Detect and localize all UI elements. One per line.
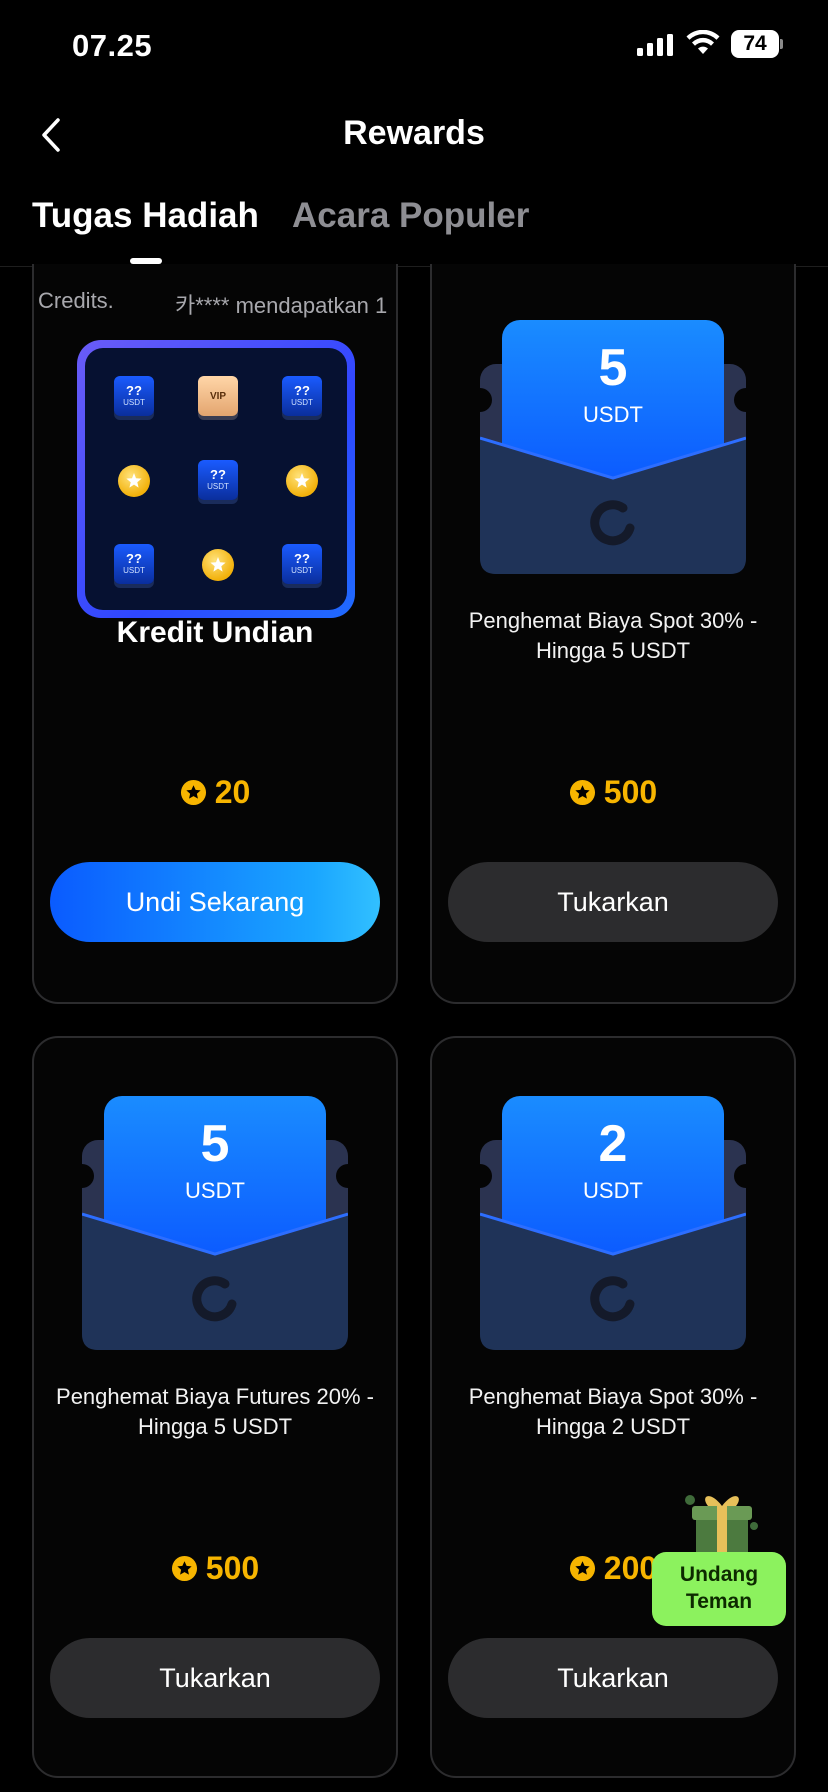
card-title: Kredit Undian [116, 616, 314, 649]
reward-card-coupon: 2 USDT Penghemat Biaya Spot 30% - Hingga… [430, 1036, 796, 1778]
card-description: Penghemat Biaya Spot 30% - Hingga 5 USDT [468, 608, 758, 663]
gift-box-icon [685, 1495, 758, 1558]
points-price: 500 [432, 772, 794, 812]
coupon-amount: 5 [598, 339, 628, 397]
ticker-item: 카**** mendapatkan 1 [175, 293, 388, 318]
mystery-usdt-box-icon: ?? USDT [198, 460, 238, 502]
coupon-amount: 2 [598, 1115, 628, 1173]
invite-friends-widget[interactable]: Undang Teman [652, 1486, 786, 1626]
mystery-usdt-box-icon: ?? USDT [114, 376, 154, 418]
status-time: 07.25 [72, 28, 153, 63]
points-value: 200 [603, 1549, 658, 1586]
reward-card-lottery: Credits. 카**** mendapatkan 1 ?? USDT VIP??… [32, 264, 398, 1004]
points-star-icon [569, 1555, 595, 1581]
star-coin-icon [198, 544, 238, 586]
mystery-usdt-box-icon: ?? USDT [282, 544, 322, 586]
tab-bar: Tugas Hadiah Acara Populer [32, 196, 812, 268]
tab-acara-populer[interactable]: Acara Populer [292, 196, 529, 236]
draw-now-button[interactable]: Undi Sekarang [50, 862, 380, 942]
points-star-icon [569, 779, 595, 805]
points-star-icon [171, 1555, 197, 1581]
points-price: 20 [34, 772, 396, 812]
coupon-unit: USDT [185, 1178, 245, 1203]
coupon-amount: 5 [200, 1115, 230, 1173]
winners-ticker: Credits. 카**** mendapatkan 1 [34, 288, 396, 320]
vip-box-icon: VIP [198, 376, 238, 418]
points-price: 500 [34, 1548, 396, 1588]
battery-level: 74 [731, 30, 779, 58]
redeem-button[interactable]: Tukarkan [448, 1638, 778, 1718]
lottery-grid[interactable]: ?? USDT VIP ?? USDT ?? USDT ?? USDT ?? USDT [77, 340, 355, 618]
reward-card-coupon: 5 USDT Penghemat Biaya Futures 20% - Hin… [32, 1036, 398, 1778]
star-coin-icon [114, 460, 154, 502]
coupon-unit: USDT [583, 1178, 643, 1203]
tab-tugas-hadiah[interactable]: Tugas Hadiah [32, 196, 259, 236]
page-title: Rewards [343, 114, 485, 152]
card-description: Penghemat Biaya Spot 30% - Hingga 2 USDT [468, 1384, 758, 1439]
points-value: 500 [603, 773, 658, 810]
redeem-button[interactable]: Tukarkan [50, 1638, 380, 1718]
cellular-signal-icon [637, 34, 673, 56]
mystery-usdt-box-icon: ?? USDT [114, 544, 154, 586]
points-value: 500 [205, 1549, 260, 1586]
wifi-icon [686, 30, 720, 54]
mystery-usdt-box-icon: ?? USDT [282, 376, 322, 418]
status-bar: 07.25 74 [0, 0, 828, 92]
lottery-grid-inner: ?? USDT VIP ?? USDT ?? USDT ?? USDT ?? USDT [85, 348, 347, 610]
points-star-icon [180, 779, 206, 805]
coupon-unit: USDT [583, 402, 643, 427]
battery-indicator: 74 [731, 30, 783, 58]
points-value: 20 [214, 773, 251, 810]
card-description: Penghemat Biaya Futures 20% - Hingga 5 U… [56, 1384, 374, 1439]
star-coin-icon [282, 460, 322, 502]
redeem-button[interactable]: Tukarkan [448, 862, 778, 942]
nav-bar: Rewards [0, 92, 828, 178]
ticker-item: Credits. [38, 288, 114, 313]
reward-card-coupon: 5 USDT Penghemat Biaya Spot 30% - Hingga… [430, 264, 796, 1004]
battery-cap [780, 39, 783, 49]
invite-friends-button[interactable]: Undang Teman [652, 1552, 786, 1626]
